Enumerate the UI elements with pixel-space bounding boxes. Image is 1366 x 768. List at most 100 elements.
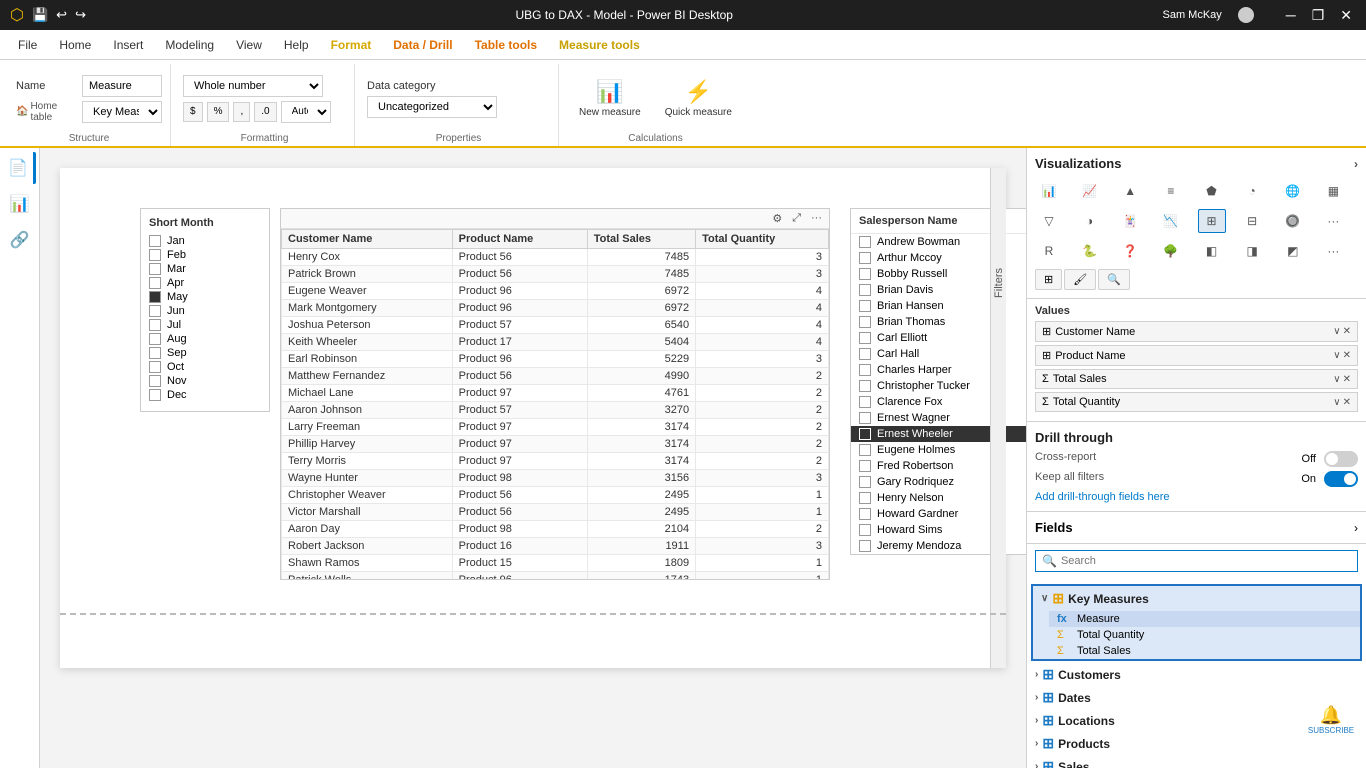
viz-matrix-icon[interactable]: ⊟ (1238, 209, 1266, 233)
maximize-button[interactable]: ❐ (1308, 7, 1329, 24)
viz-funnel-icon[interactable]: ▽ (1035, 209, 1063, 233)
quick-access-undo[interactable]: ↩ (56, 7, 67, 23)
percent-btn[interactable]: % (207, 102, 230, 122)
slicer-month-item[interactable]: Dec (149, 389, 261, 401)
table-scroll-area[interactable]: Customer Name Product Name Total Sales T… (281, 229, 829, 579)
viz-custom1-icon[interactable]: ◧ (1198, 239, 1226, 263)
sales-chevron[interactable]: ∨ (1333, 374, 1340, 385)
viz-tab-format[interactable]: 🖌 (1064, 269, 1096, 290)
viz-r-icon[interactable]: R (1035, 239, 1063, 263)
slicer-month-item[interactable]: Feb (149, 249, 261, 261)
month-checkbox[interactable] (149, 375, 161, 387)
viz-py-icon[interactable]: 🐍 (1076, 239, 1104, 263)
month-checkbox[interactable] (149, 361, 161, 373)
menu-file[interactable]: File (8, 34, 47, 56)
slicer-month-item[interactable]: May (149, 291, 261, 303)
slicer-month-item[interactable]: Oct (149, 361, 261, 373)
cross-report-track[interactable] (1324, 451, 1358, 467)
month-checkbox[interactable] (149, 263, 161, 275)
value-total-sales[interactable]: Σ Total Sales ∨ ✕ (1035, 369, 1358, 389)
viz-custom4-icon[interactable]: ··· (1319, 239, 1347, 263)
home-table-select[interactable]: Key Measures (82, 101, 162, 123)
menu-insert[interactable]: Insert (103, 34, 153, 56)
slicer-month-item[interactable]: Sep (149, 347, 261, 359)
fields-expand[interactable]: › (1354, 521, 1358, 535)
km-total-qty-item[interactable]: Σ Total Quantity (1049, 627, 1360, 643)
viz-combo-chart-icon[interactable]: ≡ (1157, 179, 1185, 203)
viz-scatter-icon[interactable]: ⬟ (1198, 179, 1226, 203)
slicer-month-item[interactable]: Mar (149, 263, 261, 275)
viz-kpi-icon[interactable]: 📉 (1157, 209, 1185, 233)
viz-pie-icon[interactable]: ◔ (1238, 179, 1266, 203)
km-measure-item[interactable]: fx Measure (1049, 611, 1360, 627)
quick-access-redo[interactable]: ↪ (75, 7, 86, 23)
format-select[interactable]: Auto (281, 101, 331, 123)
data-type-select[interactable]: Whole number (183, 75, 323, 97)
viz-card-icon[interactable]: 🃏 (1116, 209, 1144, 233)
viz-table-icon[interactable]: ⊞ (1198, 209, 1226, 233)
menu-measure-tools[interactable]: Measure tools (549, 34, 650, 56)
fields-search-input[interactable] (1061, 555, 1351, 567)
month-checkbox[interactable] (149, 305, 161, 317)
fields-search-box[interactable]: 🔍 (1035, 550, 1358, 572)
currency-btn[interactable]: $ (183, 102, 203, 122)
slicer-month-item[interactable]: Aug (149, 333, 261, 345)
month-checkbox[interactable] (149, 235, 161, 247)
name-input[interactable] (82, 75, 162, 97)
close-button[interactable]: ✕ (1336, 7, 1356, 24)
sales-remove[interactable]: ✕ (1343, 374, 1351, 385)
subscribe-button[interactable]: 🔔 SUBSCRIBE (1306, 702, 1356, 738)
customer-chevron[interactable]: ∨ (1333, 326, 1340, 337)
customers-header[interactable]: › ⊞ Customers (1027, 663, 1366, 686)
menu-table-tools[interactable]: Table tools (465, 34, 547, 56)
filters-label[interactable]: Filters (993, 268, 1005, 298)
qty-remove[interactable]: ✕ (1343, 397, 1351, 408)
model-view-icon[interactable]: 🔗 (4, 224, 36, 256)
km-total-sales-item[interactable]: Σ Total Sales (1049, 643, 1360, 659)
viz-slicer-icon[interactable]: 🔘 (1279, 209, 1307, 233)
menu-view[interactable]: View (226, 34, 272, 56)
viz-panel-expand[interactable]: › (1354, 157, 1358, 171)
value-product-name[interactable]: ⊞ Product Name ∨ ✕ (1035, 345, 1358, 366)
month-checkbox[interactable] (149, 319, 161, 331)
viz-map-icon[interactable]: 🌐 (1279, 179, 1307, 203)
month-checkbox[interactable] (149, 249, 161, 261)
viz-tab-analytics[interactable]: 🔍 (1098, 269, 1130, 290)
qty-chevron[interactable]: ∨ (1333, 397, 1340, 408)
quick-access-save[interactable]: 💾 (32, 7, 48, 23)
minimize-button[interactable]: ─ (1282, 7, 1300, 24)
value-total-quantity[interactable]: Σ Total Quantity ∨ ✕ (1035, 392, 1358, 412)
menu-home[interactable]: Home (49, 34, 101, 56)
slicer-month-item[interactable]: Apr (149, 277, 261, 289)
slicer-month-item[interactable]: Jul (149, 319, 261, 331)
month-checkbox[interactable] (149, 333, 161, 345)
more-icon[interactable]: ··· (808, 211, 825, 226)
focus-icon[interactable]: ⤢ (789, 211, 804, 226)
viz-treemap-icon[interactable]: ▦ (1319, 179, 1347, 203)
viz-tab-fields[interactable]: ⊞ (1035, 269, 1062, 290)
keep-filters-toggle[interactable]: On (1301, 471, 1358, 487)
viz-custom3-icon[interactable]: ◩ (1279, 239, 1307, 263)
month-checkbox[interactable] (149, 277, 161, 289)
viz-more-icon[interactable]: ··· (1319, 209, 1347, 233)
quick-measure-btn[interactable]: ⚡ Quick measure (657, 75, 740, 122)
product-remove[interactable]: ✕ (1343, 350, 1351, 361)
viz-area-chart-icon[interactable]: ▲ (1116, 179, 1144, 203)
slicer-month-item[interactable]: Nov (149, 375, 261, 387)
viz-line-chart-icon[interactable]: 📈 (1076, 179, 1104, 203)
month-checkbox[interactable] (149, 291, 161, 303)
cross-report-toggle[interactable]: Off (1302, 451, 1358, 467)
data-view-icon[interactable]: 📊 (4, 188, 36, 220)
data-category-select[interactable]: Uncategorized (367, 96, 497, 118)
new-measure-btn[interactable]: 📊 New measure (571, 75, 649, 122)
menu-data-drill[interactable]: Data / Drill (383, 34, 462, 56)
menu-help[interactable]: Help (274, 34, 319, 56)
decimal-btn[interactable]: .0 (254, 102, 276, 122)
keep-filters-track[interactable] (1324, 471, 1358, 487)
comma-btn[interactable]: , (233, 102, 250, 122)
viz-decomp-icon[interactable]: 🌳 (1157, 239, 1185, 263)
viz-q-icon[interactable]: ❓ (1116, 239, 1144, 263)
customer-remove[interactable]: ✕ (1343, 326, 1351, 337)
menu-format[interactable]: Format (321, 34, 382, 56)
product-chevron[interactable]: ∨ (1333, 350, 1340, 361)
